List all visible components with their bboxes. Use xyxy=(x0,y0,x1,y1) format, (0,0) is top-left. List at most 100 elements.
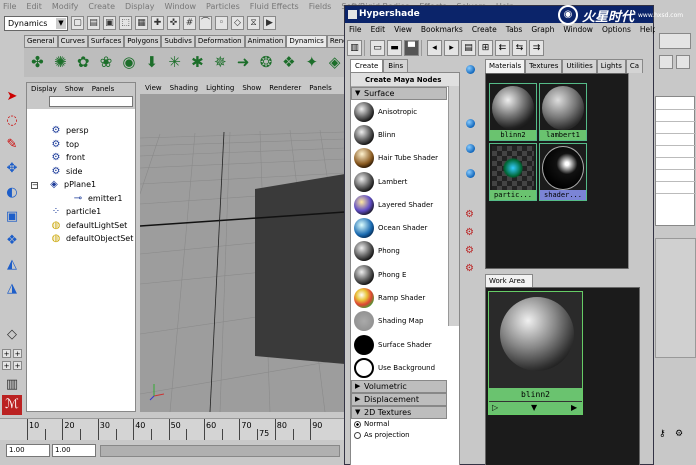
menu-window[interactable]: Window xyxy=(165,2,197,11)
layout-four-icon[interactable]: + xyxy=(2,349,11,358)
material-swatch[interactable]: shader... xyxy=(539,143,587,201)
rotate-tool-icon[interactable]: ◐ xyxy=(2,183,22,203)
shelf-uniform-field-icon[interactable]: ➜ xyxy=(234,53,253,72)
menu-file[interactable]: File xyxy=(3,2,16,11)
time-slider[interactable]: 10 20 30 40 50 60 70 80 90 75 xyxy=(0,418,345,441)
create-node-item[interactable]: Hair Tube Shader xyxy=(351,147,459,170)
graph-icon[interactable]: ⚙ xyxy=(465,245,474,256)
material-swatch[interactable]: partic... xyxy=(489,143,537,201)
render-icon[interactable]: ▶ xyxy=(263,16,276,30)
sphere-swatch-icon[interactable] xyxy=(466,119,475,128)
outliner-item[interactable]: ⊸ emitter1 xyxy=(71,193,123,205)
tab-utilities[interactable]: Utilities xyxy=(562,59,597,73)
sphere-swatch-icon[interactable] xyxy=(466,169,475,178)
select-hierarchy-icon[interactable]: ⬚ xyxy=(119,16,132,30)
shelf-soft-body-icon[interactable]: ✦ xyxy=(302,53,321,72)
range-slider-bar[interactable] xyxy=(100,445,340,457)
snap-plane-icon[interactable]: ◇ xyxy=(231,16,244,30)
shelf-tab-animation[interactable]: Animation xyxy=(244,35,287,47)
menu-fields[interactable]: Fields xyxy=(309,2,332,11)
tab-bins[interactable]: Bins xyxy=(383,59,409,72)
viewport-menu-shading[interactable]: Shading xyxy=(170,82,198,94)
select-mask-icon[interactable]: ✜ xyxy=(167,16,180,30)
menu-modify[interactable]: Modify xyxy=(52,2,79,11)
start-time-field[interactable]: 1.00 xyxy=(6,444,50,457)
hs-menu-view[interactable]: View xyxy=(394,23,412,37)
outliner-menu-panels[interactable]: Panels xyxy=(92,83,115,95)
material-swatch[interactable]: lambert1 xyxy=(539,83,587,141)
snap-curve-icon[interactable]: ⌒ xyxy=(199,16,212,30)
shelf-tab-curves[interactable]: Curves xyxy=(57,35,88,47)
outliner-item[interactable]: ⚙ persp xyxy=(49,125,89,137)
select-component-icon[interactable]: ✚ xyxy=(151,16,164,30)
section-volumetric[interactable]: ▶ Volumetric xyxy=(351,379,447,393)
input-connections-icon[interactable]: ⇇ xyxy=(495,40,510,56)
outliner-menu-show[interactable]: Show xyxy=(65,83,84,95)
create-node-item[interactable]: Phong E xyxy=(351,263,459,286)
outliner-item[interactable]: ◍ defaultLightSet xyxy=(49,220,128,232)
materials-scrollbar[interactable] xyxy=(628,73,640,269)
hs-menu-edit[interactable]: Edit xyxy=(371,23,386,37)
shelf-tab-subdivs[interactable]: Subdivs xyxy=(161,35,195,47)
attribute-editor-toggle[interactable] xyxy=(676,55,690,69)
io-connections-icon[interactable]: ⇆ xyxy=(512,40,527,56)
select-object-icon[interactable]: ▦ xyxy=(135,16,148,30)
layout-persp-outliner-icon[interactable]: ▥ xyxy=(2,375,22,395)
section-displacement[interactable]: ▶ Displacement xyxy=(351,392,447,406)
key-icon[interactable]: ⚷ xyxy=(659,429,666,439)
shelf-tab-general[interactable]: General xyxy=(24,35,58,47)
work-area-node[interactable]: blinn2 ▷ ▼ ▶ xyxy=(488,291,583,415)
sphere-swatch-icon[interactable] xyxy=(466,65,475,74)
menu-fluid-effects[interactable]: Fluid Effects xyxy=(250,2,299,11)
viewport-menu-renderer[interactable]: Renderer xyxy=(269,82,301,94)
shelf-constraint-icon[interactable]: ◈ xyxy=(325,53,344,72)
input-port-icon[interactable]: ▷ xyxy=(492,402,498,414)
outliner-item[interactable]: ◍ defaultObjectSet xyxy=(49,233,134,245)
outliner-item[interactable]: ⚙ side xyxy=(49,166,83,178)
clear-graph-icon[interactable]: ▤ xyxy=(461,40,476,56)
tab-work-area[interactable]: Work Area xyxy=(485,274,533,287)
shelf-tab-surfaces[interactable]: Surfaces xyxy=(87,35,125,47)
toggle-create-bar-icon[interactable]: ▥ xyxy=(347,40,362,56)
viewport-menu-lighting[interactable]: Lighting xyxy=(206,82,234,94)
shelf-emit-from-object-icon[interactable]: ✿ xyxy=(74,53,93,72)
select-tool-icon[interactable]: ➤ xyxy=(2,87,22,107)
scale-tool-icon[interactable]: ▣ xyxy=(2,207,22,227)
viewport-menu-show[interactable]: Show xyxy=(242,82,261,94)
outliner-filter-input[interactable] xyxy=(49,96,133,107)
perspective-viewport[interactable] xyxy=(140,94,345,412)
menu-particles[interactable]: Particles xyxy=(206,2,240,11)
save-scene-icon[interactable]: ▣ xyxy=(103,16,116,30)
hs-menu-create[interactable]: Create xyxy=(472,23,497,37)
create-node-item[interactable]: Surface Shader xyxy=(351,333,459,356)
layout-outliner-icon[interactable]: + xyxy=(2,361,11,370)
hs-menu-bookmarks[interactable]: Bookmarks xyxy=(421,23,463,37)
graph-icon[interactable]: ⚙ xyxy=(465,227,474,238)
shelf-tab-deformation[interactable]: Deformation xyxy=(194,35,245,47)
move-tool-icon[interactable]: ✥ xyxy=(2,159,22,179)
snap-point-icon[interactable]: ◦ xyxy=(215,16,228,30)
graph-icon[interactable]: ⚙ xyxy=(465,263,474,274)
tab-lights[interactable]: Lights xyxy=(596,59,626,73)
outliner-item[interactable]: ⚙ top xyxy=(49,139,80,151)
collapse-icon[interactable]: − xyxy=(31,181,38,189)
output-port-icon[interactable]: ▶ xyxy=(571,402,577,414)
graph-icon[interactable]: ⚙ xyxy=(465,209,474,220)
create-node-item[interactable]: Lambert xyxy=(351,170,459,193)
create-node-item[interactable]: Shading Map xyxy=(351,310,459,333)
layout-graph-icon[interactable]: + xyxy=(13,361,22,370)
paint-select-icon[interactable]: ✎ xyxy=(2,135,22,155)
universal-manipulator-icon[interactable]: ❖ xyxy=(2,231,22,251)
sphere-swatch-icon[interactable] xyxy=(466,144,475,153)
end-time-field[interactable]: 1.00 xyxy=(52,444,96,457)
texture-mode-radio[interactable]: Normal xyxy=(351,419,459,430)
create-bar-scrollbar[interactable] xyxy=(448,86,459,326)
create-node-item[interactable]: Blinn xyxy=(351,123,459,146)
menuset-dropdown[interactable]: Dynamics ▼ xyxy=(4,15,68,31)
tab-ca[interactable]: Ca xyxy=(625,59,644,73)
create-node-item[interactable]: Ocean Shader xyxy=(351,216,459,239)
create-node-item[interactable]: Use Background xyxy=(351,356,459,379)
create-node-item[interactable]: Anisotropic xyxy=(351,100,459,123)
hs-menu-file[interactable]: File xyxy=(349,23,362,37)
lasso-tool-icon[interactable]: ◌ xyxy=(2,111,22,131)
